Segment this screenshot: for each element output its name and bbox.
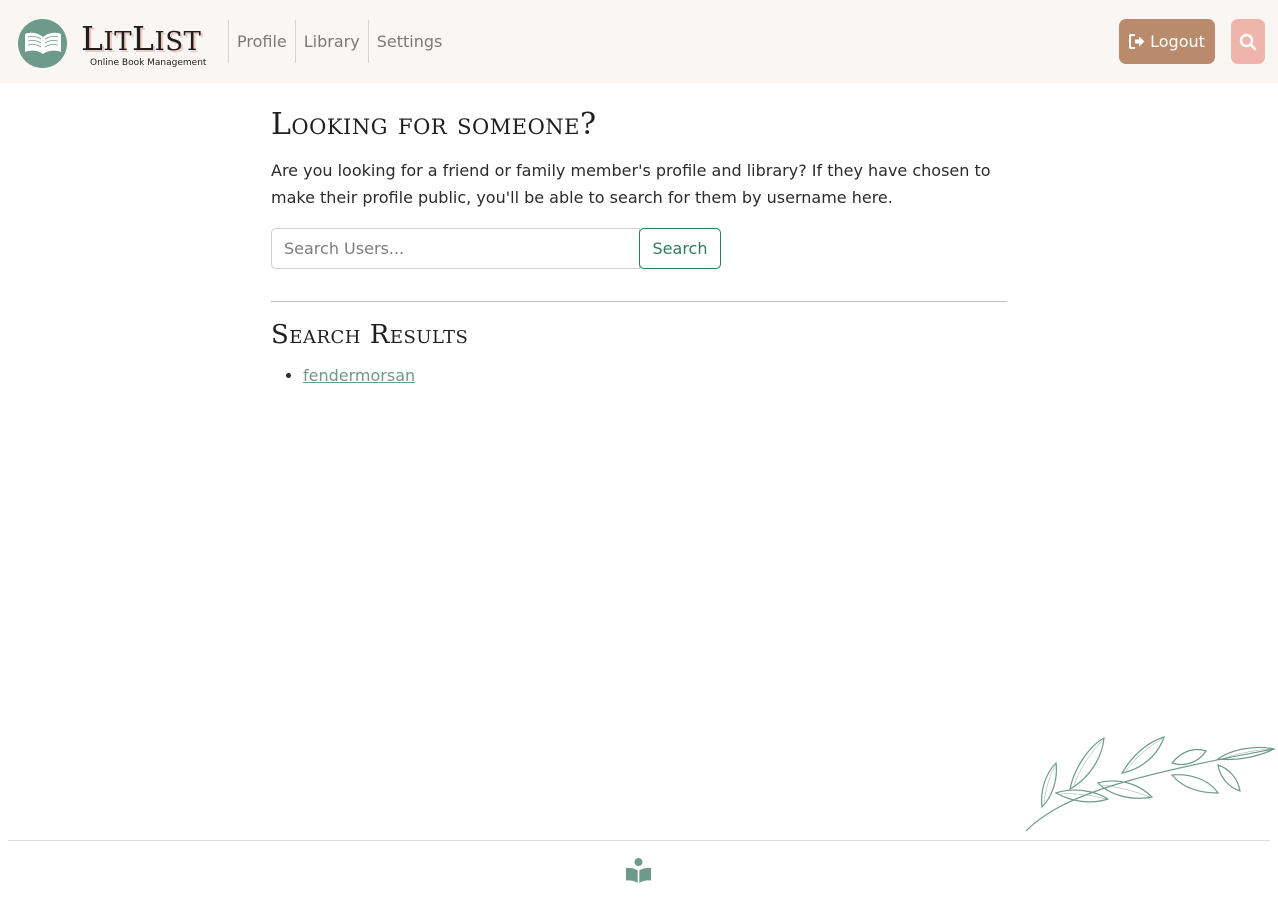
result-user-link[interactable]: fendermorsan [303, 366, 415, 385]
brand-subtitle: Online Book Management [90, 58, 207, 68]
main-nav: Profile Library Settings [228, 20, 450, 63]
page-title: Looking for someone? [271, 107, 597, 142]
header-navbar: LITLIST Online Book Management Profile L… [0, 0, 1278, 83]
open-book-icon [18, 18, 67, 68]
results-title: Search Results [271, 320, 469, 350]
logout-button[interactable]: Logout [1119, 19, 1215, 64]
nav-library[interactable]: Library [294, 20, 368, 63]
brand-title: LITLIST [81, 19, 202, 58]
brand-text: LITLIST Online Book Management [81, 17, 207, 69]
intro-text: Are you looking for a friend or family m… [271, 161, 991, 207]
reader-icon [626, 858, 651, 883]
logout-label: Logout [1150, 32, 1205, 51]
leaf-branch-icon [1025, 736, 1276, 832]
results-list: fendermorsan [271, 364, 1007, 388]
user-search-form: Search [271, 228, 1007, 269]
nav-settings[interactable]: Settings [367, 20, 451, 63]
divider [271, 301, 1007, 302]
search-users-input[interactable] [271, 228, 640, 269]
list-item: fendermorsan [303, 364, 1007, 388]
search-button[interactable]: Search [639, 228, 721, 269]
sign-out-icon [1129, 34, 1145, 49]
main-content: Looking for someone? Are you looking for… [271, 100, 1007, 388]
nav-profile[interactable]: Profile [228, 20, 295, 63]
search-toggle-button[interactable] [1231, 19, 1265, 64]
search-icon [1239, 33, 1257, 50]
brand[interactable]: LITLIST Online Book Management [18, 17, 207, 69]
footer-divider [8, 840, 1270, 841]
